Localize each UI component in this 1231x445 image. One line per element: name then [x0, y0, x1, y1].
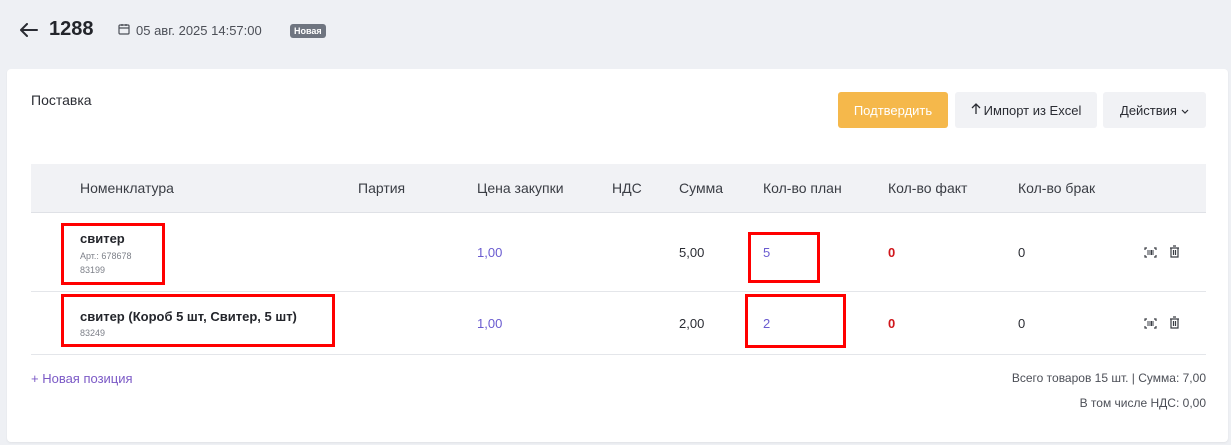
import-excel-label: Импорт из Excel	[983, 102, 1082, 118]
item-price[interactable]: 1,00	[477, 316, 502, 331]
document-date: 05 авг. 2025 14:57:00	[118, 23, 262, 38]
item-price[interactable]: 1,00	[477, 245, 502, 260]
calendar-icon	[118, 23, 130, 38]
supply-card: Поставка Подтвердить Импорт из Excel Дей…	[7, 69, 1228, 442]
top-bar: 1288 05 авг. 2025 14:57:00 Новая	[0, 0, 1231, 62]
chevron-down-icon	[1181, 103, 1189, 118]
item-sum: 5,00	[679, 245, 705, 260]
column-header-sum[interactable]: Сумма	[679, 180, 723, 196]
document-number: 1288	[49, 18, 94, 40]
item-article: Арт.: 678678	[80, 251, 132, 261]
totals-text: Всего товаров 15 шт. | Сумма: 7,00	[1011, 371, 1206, 385]
item-qty-plan[interactable]: 2	[763, 316, 770, 331]
item-sum: 2,00	[679, 316, 705, 331]
table-header: Номенклатура Партия Цена закупки НДС Сум…	[31, 164, 1206, 213]
column-header-nomenclature[interactable]: Номенклатура	[80, 180, 174, 196]
back-arrow-icon[interactable]	[18, 18, 40, 42]
card-title: Поставка	[31, 92, 92, 108]
actions-label: Действия	[1120, 102, 1177, 118]
trash-icon[interactable]	[1167, 244, 1181, 258]
item-name[interactable]: свитер	[80, 231, 125, 246]
column-header-vat[interactable]: НДС	[612, 180, 642, 196]
barcode-scan-icon[interactable]	[1143, 316, 1157, 330]
import-excel-button[interactable]: Импорт из Excel	[955, 92, 1097, 128]
confirm-button[interactable]: Подтвердить	[838, 92, 948, 128]
column-header-qty-plan[interactable]: Кол-во план	[763, 180, 842, 196]
column-header-qty-fact[interactable]: Кол-во факт	[888, 180, 967, 196]
barcode-scan-icon[interactable]	[1143, 245, 1157, 259]
item-name[interactable]: свитер (Короб 5 шт, Свитер, 5 шт)	[80, 309, 297, 324]
document-date-text: 05 авг. 2025 14:57:00	[136, 23, 262, 38]
item-qty-defect: 0	[1018, 245, 1026, 260]
item-qty-fact: 0	[888, 316, 896, 331]
item-code: 83249	[80, 328, 106, 338]
trash-icon[interactable]	[1167, 315, 1181, 329]
status-badge: Новая	[290, 24, 326, 38]
item-qty-defect: 0	[1018, 316, 1026, 331]
column-header-batch[interactable]: Партия	[358, 180, 405, 196]
table-row: свитер Арт.: 678678 83199 1,00 5,00 5 0 …	[31, 213, 1206, 292]
column-header-price[interactable]: Цена закупки	[477, 180, 564, 196]
column-header-qty-defect[interactable]: Кол-во брак	[1018, 180, 1095, 196]
arrow-up-icon	[971, 102, 981, 118]
add-position-link[interactable]: + Новая позиция	[31, 371, 133, 386]
item-qty-fact: 0	[888, 245, 896, 260]
table-row: свитер (Короб 5 шт, Свитер, 5 шт) 83249 …	[31, 292, 1206, 355]
vat-text: В том числе НДС: 0,00	[1079, 396, 1206, 410]
actions-dropdown[interactable]: Действия	[1103, 92, 1206, 128]
item-code: 83199	[80, 265, 106, 275]
item-qty-plan[interactable]: 5	[763, 245, 770, 260]
